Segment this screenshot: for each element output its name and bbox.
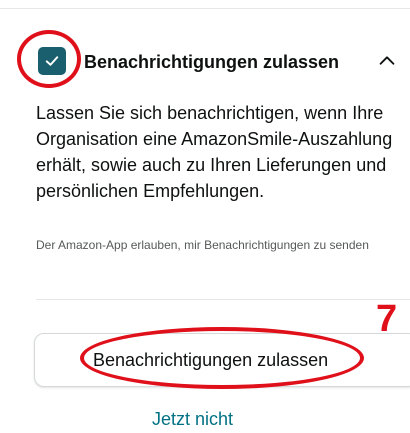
notification-permission-row[interactable]: Benachrichtigungen zulassen (0, 38, 410, 88)
permission-subtext: Der Amazon-App erlauben, mir Benachricht… (36, 238, 369, 252)
top-divider (0, 8, 410, 9)
permission-title: Benachrichtigungen zulassen (84, 52, 340, 72)
check-icon (45, 56, 59, 66)
notification-checkbox[interactable] (38, 47, 66, 75)
permission-description: Lassen Sie sich benachrichtigen, wenn Ih… (36, 103, 393, 201)
allow-notifications-label: Benachrichtigungen zulassen (93, 349, 329, 370)
chevron-up-icon[interactable] (376, 50, 398, 72)
allow-notifications-button[interactable]: Benachrichtigungen zulassen (34, 333, 410, 387)
not-now-link[interactable]: Jetzt nicht (152, 409, 233, 430)
section-divider (36, 299, 410, 300)
